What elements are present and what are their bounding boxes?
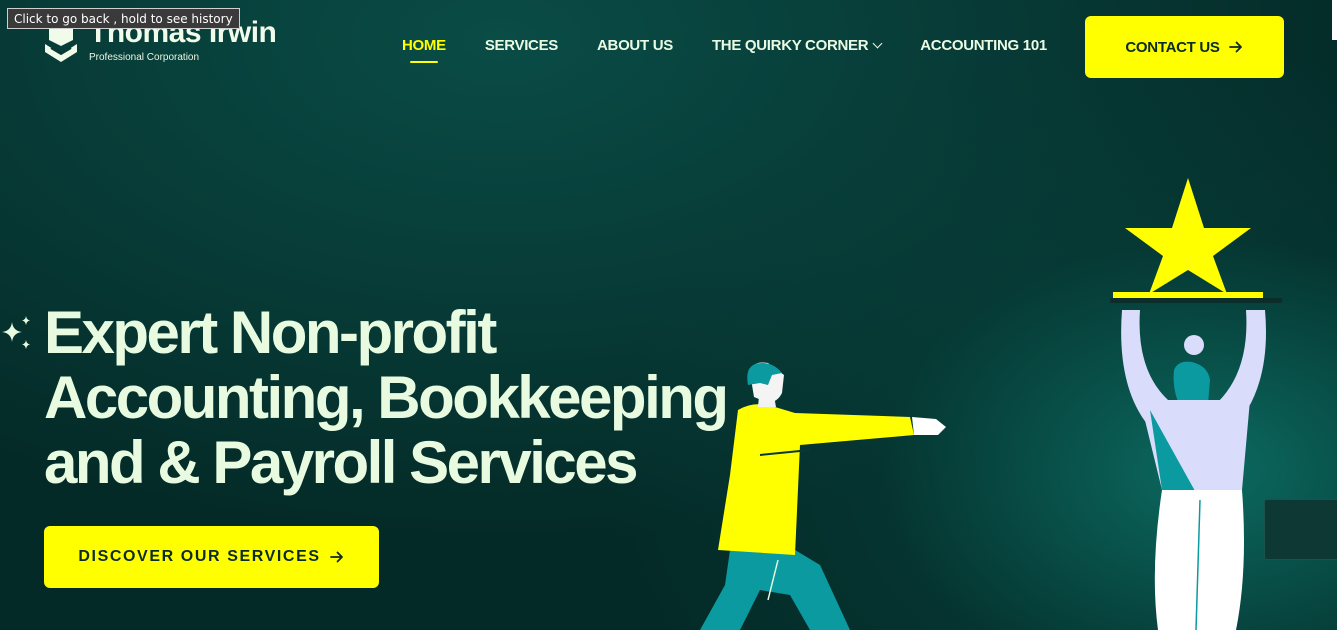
running-person-illustration (700, 362, 946, 630)
contact-us-label: CONTACT US (1125, 38, 1220, 56)
hero-title: Expert Non-profit Accounting, Bookkeepin… (44, 299, 729, 496)
back-button-tooltip: Click to go back , hold to see history (7, 8, 240, 29)
arrow-right-icon (329, 551, 343, 563)
arrow-right-icon (1228, 41, 1242, 53)
recaptcha-badge[interactable] (1264, 499, 1337, 560)
nav-quirky-corner[interactable]: THE QUIRKY CORNER (711, 37, 883, 54)
star-icon (1125, 178, 1251, 294)
main-nav: HOME SERVICES ABOUT US THE QUIRKY CORNER… (402, 37, 1086, 63)
scrollbar-edge (1332, 0, 1337, 40)
nav-services[interactable]: SERVICES (485, 37, 558, 54)
chevron-down-icon (872, 38, 883, 49)
nav-home[interactable]: HOME (402, 37, 446, 63)
sparkle-icon (2, 316, 30, 349)
brand-subtitle: Professional Corporation (89, 52, 200, 63)
discover-services-label: DISCOVER OUR SERVICES (78, 548, 321, 565)
nav-accounting-101[interactable]: ACCOUNTING 101 (920, 37, 1047, 54)
nav-quirky-corner-label: THE QUIRKY CORNER (711, 37, 869, 54)
nav-about-us[interactable]: ABOUT US (597, 37, 673, 54)
contact-us-button[interactable]: CONTACT US (1085, 16, 1284, 78)
star-holder-illustration (1110, 178, 1282, 630)
discover-services-button[interactable]: DISCOVER OUR SERVICES (44, 526, 379, 588)
